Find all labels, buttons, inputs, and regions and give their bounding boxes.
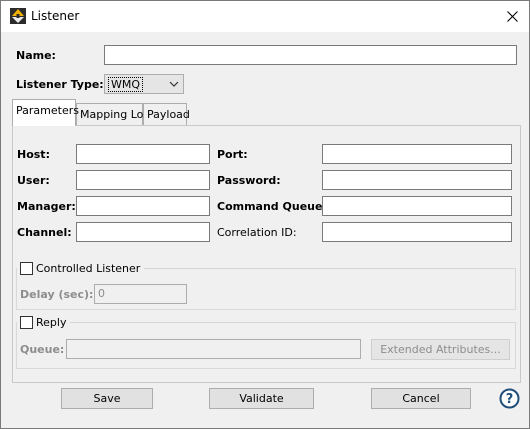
tab-mapping-log-label: Mapping Log xyxy=(80,108,151,121)
tab-payload-label: Payload xyxy=(147,108,190,121)
command-queue-field[interactable] xyxy=(322,196,512,216)
listener-type-select[interactable]: WMQ xyxy=(104,74,184,94)
queue-field[interactable] xyxy=(66,339,361,359)
reply-label: Reply xyxy=(36,316,71,329)
tab-parameters[interactable]: Parameters xyxy=(12,99,79,126)
chevron-down-icon xyxy=(169,81,179,87)
validate-button[interactable]: Validate xyxy=(209,388,314,409)
tab-parameters-label: Parameters xyxy=(16,104,79,117)
correlation-id-field[interactable] xyxy=(322,222,512,242)
delay-value: 0 xyxy=(98,287,105,300)
password-label: Password: xyxy=(217,174,281,187)
queue-label: Queue: xyxy=(20,343,65,356)
reply-checkbox[interactable] xyxy=(20,316,33,329)
password-field[interactable] xyxy=(322,170,512,190)
extended-attributes-label: Extended Attributes... xyxy=(380,343,501,356)
host-field[interactable] xyxy=(76,144,210,164)
delay-label: Delay (sec): xyxy=(20,288,94,301)
window-title: Listener xyxy=(31,9,80,23)
cancel-button[interactable]: Cancel xyxy=(371,388,471,409)
manager-label: Manager: xyxy=(17,200,76,213)
close-button[interactable] xyxy=(495,1,529,32)
delay-field[interactable]: 0 xyxy=(94,284,187,304)
svg-text:?: ? xyxy=(506,392,514,407)
listener-type-value: WMQ xyxy=(108,77,144,92)
tab-payload[interactable]: Payload xyxy=(143,103,190,125)
title-bar: Listener xyxy=(1,1,529,32)
host-label: Host: xyxy=(17,148,50,161)
correlation-id-label: Correlation ID: xyxy=(217,226,297,239)
user-field[interactable] xyxy=(76,170,210,190)
validate-button-label: Validate xyxy=(239,392,284,405)
user-label: User: xyxy=(17,174,50,187)
save-button-label: Save xyxy=(93,392,121,405)
help-icon[interactable]: ? xyxy=(499,388,520,409)
name-label: Name: xyxy=(16,49,56,62)
listener-dialog: Listener Name: Listener Type: WMQ Parame… xyxy=(0,0,530,429)
controlled-listener-checkbox[interactable] xyxy=(20,262,33,275)
port-label: Port: xyxy=(217,148,248,161)
command-queue-label: Command Queue: xyxy=(217,200,327,213)
channel-field[interactable] xyxy=(76,222,210,242)
tab-mapping-log[interactable]: Mapping Log xyxy=(76,103,150,125)
listener-type-label: Listener Type: xyxy=(16,78,104,91)
extended-attributes-button[interactable]: Extended Attributes... xyxy=(371,339,510,360)
name-field[interactable] xyxy=(104,45,517,65)
save-button[interactable]: Save xyxy=(61,388,153,409)
cancel-button-label: Cancel xyxy=(402,392,440,405)
manager-field[interactable] xyxy=(76,196,210,216)
listener-app-icon xyxy=(10,8,26,24)
controlled-listener-label: Controlled Listener xyxy=(36,262,145,275)
channel-label: Channel: xyxy=(17,226,72,239)
port-field[interactable] xyxy=(322,144,512,164)
close-icon xyxy=(506,11,518,22)
